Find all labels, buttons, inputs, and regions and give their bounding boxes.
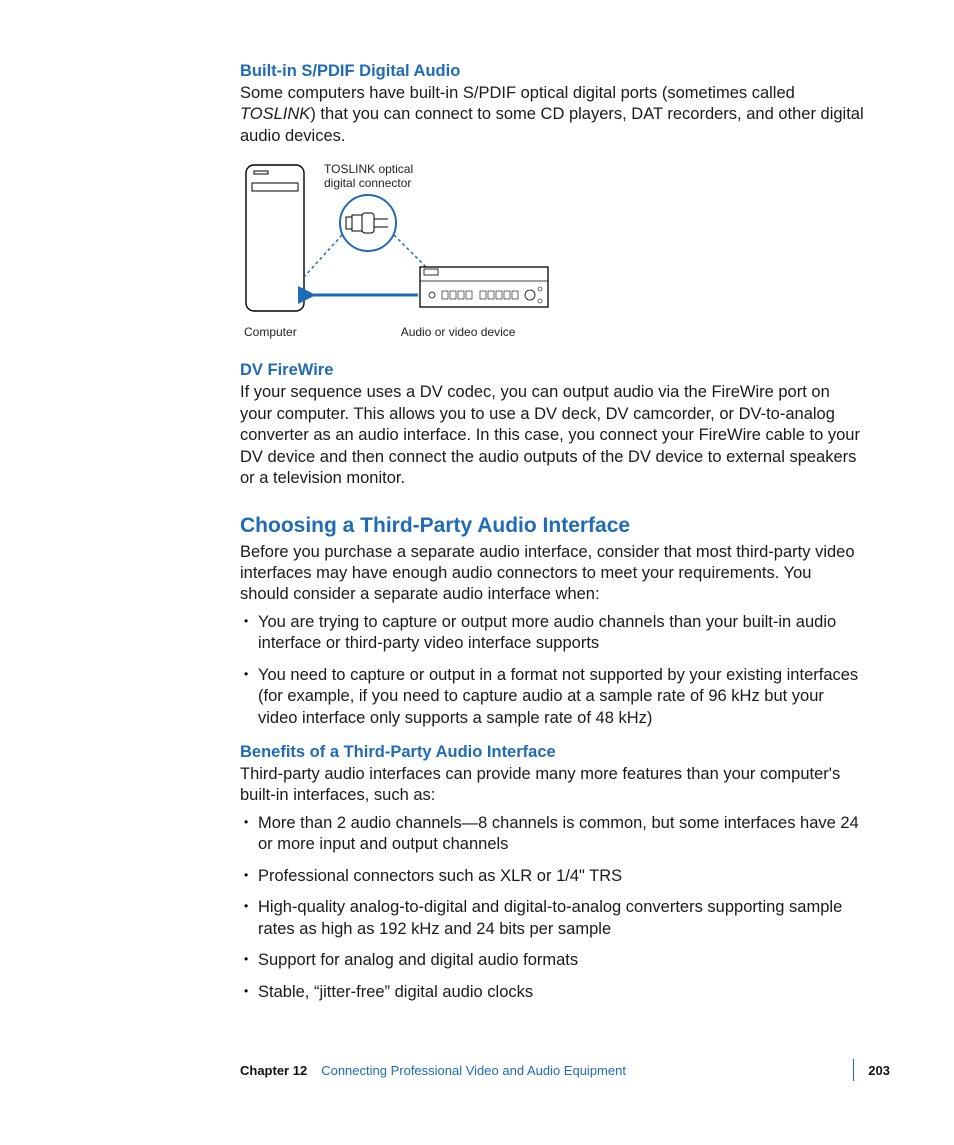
footer-page-number: 203 <box>868 1063 890 1078</box>
list-choosing: You are trying to capture or output more… <box>240 612 864 729</box>
diagram-toslink: TOSLINK optical digital connector <box>240 161 560 339</box>
em-toslink: TOSLINK <box>240 105 310 123</box>
document-page: Built-in S/PDIF Digital Audio Some compu… <box>0 0 954 1145</box>
footer-divider <box>853 1059 854 1081</box>
t: ) that you can connect to some CD player… <box>240 105 864 144</box>
diagram-captions: Computer Audio or video device <box>240 325 560 339</box>
diagram-callout-1: TOSLINK optical <box>324 162 413 176</box>
diagram-callout-2: digital connector <box>324 176 411 190</box>
list-item: Professional connectors such as XLR or 1… <box>240 866 864 887</box>
footer-chapter-number: Chapter 12 <box>240 1063 307 1078</box>
list-item: Support for analog and digital audio for… <box>240 950 864 971</box>
list-item: More than 2 audio channels—8 channels is… <box>240 813 864 856</box>
heading-choosing: Choosing a Third-Party Audio Interface <box>240 514 864 538</box>
t: Some computers have built-in S/PDIF opti… <box>240 84 795 102</box>
intro-benefits: Third-party audio interfaces can provide… <box>240 764 864 807</box>
list-item: Stable, “jitter-free” digital audio cloc… <box>240 982 864 1003</box>
list-benefits: More than 2 audio channels—8 channels is… <box>240 813 864 1003</box>
intro-choosing: Before you purchase a separate audio int… <box>240 542 864 606</box>
footer-chapter-title: Connecting Professional Video and Audio … <box>321 1063 839 1078</box>
caption-device: Audio or video device <box>401 325 516 339</box>
body-firewire: If your sequence uses a DV codec, you ca… <box>240 382 864 489</box>
caption-computer: Computer <box>244 325 297 339</box>
list-item: High-quality analog-to-digital and digit… <box>240 897 864 940</box>
body-spdif: Some computers have built-in S/PDIF opti… <box>240 83 864 147</box>
page-footer: Chapter 12 Connecting Professional Video… <box>240 1059 890 1081</box>
heading-spdif: Built-in S/PDIF Digital Audio <box>240 62 864 81</box>
heading-firewire: DV FireWire <box>240 361 864 380</box>
list-item: You are trying to capture or output more… <box>240 612 864 655</box>
heading-benefits: Benefits of a Third-Party Audio Interfac… <box>240 743 864 762</box>
list-item: You need to capture or output in a forma… <box>240 665 864 729</box>
